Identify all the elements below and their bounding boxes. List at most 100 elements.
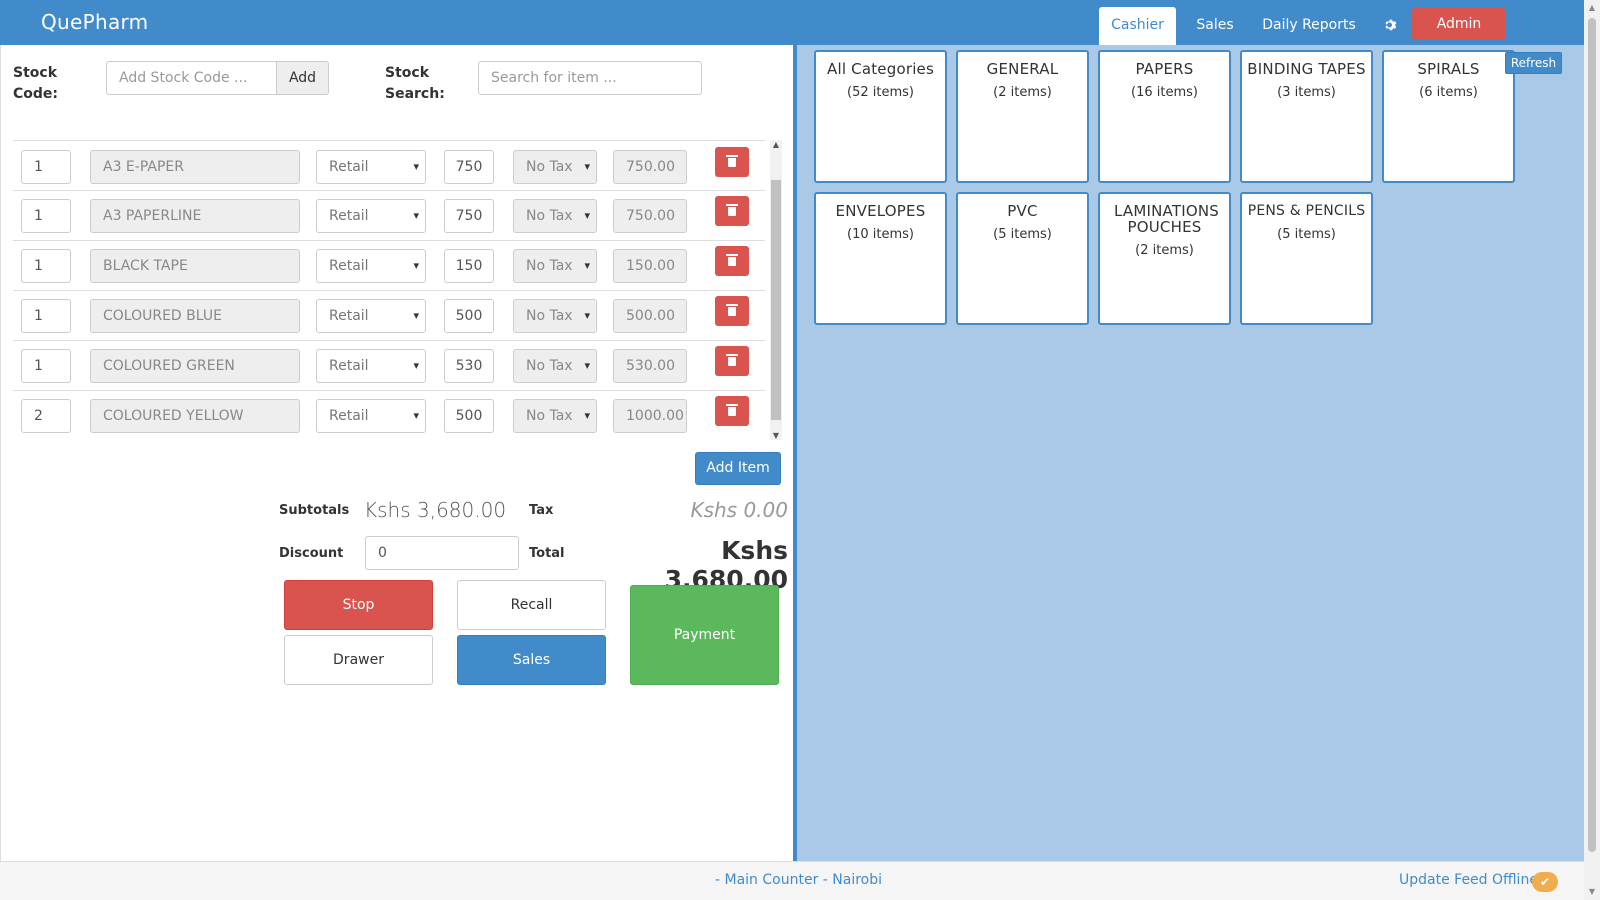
stop-button[interactable]: Stop [284, 580, 433, 630]
category-name: LAMINATIONS POUCHES [1114, 202, 1219, 236]
category-name: PVC [1007, 202, 1038, 220]
scroll-down-icon[interactable]: ▼ [770, 431, 782, 440]
scroll-thumb[interactable] [771, 180, 781, 420]
status-footer: - Main Counter - Nairobi Update Feed Off… [0, 861, 1584, 900]
category-all[interactable]: All Categories (52 items) [814, 50, 947, 183]
qty-input[interactable]: 1 [21, 349, 71, 383]
admin-button[interactable]: Admin [1412, 8, 1506, 40]
unit-price-input[interactable]: 530 [444, 349, 494, 383]
trash-icon [726, 204, 738, 216]
line-total-field: 530.00 [613, 349, 687, 383]
payment-button[interactable]: Payment [630, 585, 779, 685]
category-laminations-pouches[interactable]: LAMINATIONS POUCHES (2 items) [1098, 192, 1231, 325]
stock-search-input[interactable] [478, 61, 702, 95]
price-type-select[interactable]: Retail [316, 299, 426, 333]
qty-input[interactable]: 1 [21, 299, 71, 333]
qty-input[interactable]: 1 [21, 150, 71, 184]
drawer-button[interactable]: Drawer [284, 635, 433, 685]
stock-code-input[interactable] [106, 61, 277, 95]
sales-button[interactable]: Sales [457, 635, 606, 685]
table-row: 1 COLOURED BLUE Retail 500 No Tax 500.00 [13, 290, 765, 341]
delete-item-button[interactable] [715, 246, 749, 276]
check-icon: ✔ [1532, 872, 1558, 892]
unit-price-input[interactable]: 750 [444, 150, 494, 184]
price-type-select[interactable]: Retail [316, 199, 426, 233]
delete-item-button[interactable] [715, 196, 749, 226]
price-type-select[interactable]: Retail [316, 249, 426, 283]
category-count: (10 items) [847, 227, 914, 242]
qty-input[interactable]: 1 [21, 249, 71, 283]
category-papers[interactable]: PAPERS (16 items) [1098, 50, 1231, 183]
update-feed-link[interactable]: Update Feed Offline [1399, 872, 1538, 888]
price-type-select[interactable]: Retail [316, 399, 426, 433]
category-count: (6 items) [1419, 85, 1478, 100]
category-spirals[interactable]: SPIRALS (6 items) [1382, 50, 1515, 183]
tax-select[interactable]: No Tax [513, 249, 597, 283]
price-type-select[interactable]: Retail [316, 150, 426, 184]
tax-select[interactable]: No Tax [513, 150, 597, 184]
location-label: - Main Counter - Nairobi [715, 872, 883, 888]
window-scrollbar[interactable]: ▲ ▼ [1584, 0, 1600, 900]
add-stock-button[interactable]: Add [276, 61, 329, 95]
category-name: BINDING TAPES [1247, 60, 1366, 78]
trash-icon [726, 304, 738, 316]
tax-select[interactable]: No Tax [513, 349, 597, 383]
line-total-field: 150.00 [613, 249, 687, 283]
table-row: 1 BLACK TAPE Retail 150 No Tax 150.00 [13, 240, 765, 291]
discount-input[interactable] [365, 536, 519, 570]
add-item-button[interactable]: Add Item [695, 452, 781, 485]
recall-button[interactable]: Recall [457, 580, 606, 630]
discount-label: Discount [279, 546, 344, 561]
scroll-up-icon[interactable]: ▲ [1584, 0, 1600, 16]
category-count: (5 items) [1277, 227, 1336, 242]
item-name-field: COLOURED YELLOW [90, 399, 300, 433]
category-name: PAPERS [1135, 60, 1194, 78]
refresh-button[interactable]: Refresh [1505, 52, 1562, 74]
unit-price-input[interactable]: 500 [444, 299, 494, 333]
gear-icon [1385, 19, 1397, 31]
table-row: 1 A3 PAPERLINE Retail 750 No Tax 750.00 [13, 190, 765, 241]
category-general[interactable]: GENERAL (2 items) [956, 50, 1089, 183]
tax-select[interactable]: No Tax [513, 399, 597, 433]
stock-code-label: Stock Code: [13, 65, 59, 102]
category-count: (2 items) [993, 85, 1052, 100]
table-row: 1 A3 E-PAPER Retail 750 No Tax 750.00 [13, 140, 765, 191]
tab-sales[interactable]: Sales [1182, 7, 1248, 45]
tax-select[interactable]: No Tax [513, 199, 597, 233]
tab-daily-reports[interactable]: Daily Reports [1256, 7, 1362, 45]
scroll-up-icon[interactable]: ▲ [770, 140, 782, 149]
qty-input[interactable]: 1 [21, 199, 71, 233]
price-type-select[interactable]: Retail [316, 349, 426, 383]
category-binding-tapes[interactable]: BINDING TAPES (3 items) [1240, 50, 1373, 183]
items-scrollbar[interactable]: ▲ ▼ [770, 140, 782, 440]
tax-value: Kshs 0.00 [690, 498, 788, 522]
item-name-field: A3 PAPERLINE [90, 199, 300, 233]
tax-select[interactable]: No Tax [513, 299, 597, 333]
scroll-thumb[interactable] [1588, 18, 1596, 852]
table-row: 1 COLOURED GREEN Retail 530 No Tax 530.0… [13, 340, 765, 391]
total-label: Total [529, 546, 565, 561]
item-name-field: A3 E-PAPER [90, 150, 300, 184]
line-total-field: 500.00 [613, 299, 687, 333]
category-pens-pencils[interactable]: PENS & PENCILS (5 items) [1240, 192, 1373, 325]
delete-item-button[interactable] [715, 147, 749, 177]
tax-label: Tax [529, 503, 554, 518]
category-envelopes[interactable]: ENVELOPES (10 items) [814, 192, 947, 325]
delete-item-button[interactable] [715, 396, 749, 426]
cart-items-table: 1 A3 E-PAPER Retail 750 No Tax 750.00 1 … [13, 140, 765, 440]
unit-price-input[interactable]: 150 [444, 249, 494, 283]
table-row: 2 COLOURED YELLOW Retail 500 No Tax 1000… [13, 390, 765, 440]
tab-cashier[interactable]: Cashier [1099, 7, 1176, 45]
trash-icon [726, 354, 738, 366]
qty-input[interactable]: 2 [21, 399, 71, 433]
settings-button[interactable] [1372, 7, 1410, 45]
unit-price-input[interactable]: 750 [444, 199, 494, 233]
subtotals-label: Subtotals [279, 503, 350, 518]
delete-item-button[interactable] [715, 346, 749, 376]
category-pvc[interactable]: PVC (5 items) [956, 192, 1089, 325]
trash-icon [726, 254, 738, 266]
scroll-down-icon[interactable]: ▼ [1584, 884, 1600, 900]
item-name-field: BLACK TAPE [90, 249, 300, 283]
delete-item-button[interactable] [715, 296, 749, 326]
unit-price-input[interactable]: 500 [444, 399, 494, 433]
